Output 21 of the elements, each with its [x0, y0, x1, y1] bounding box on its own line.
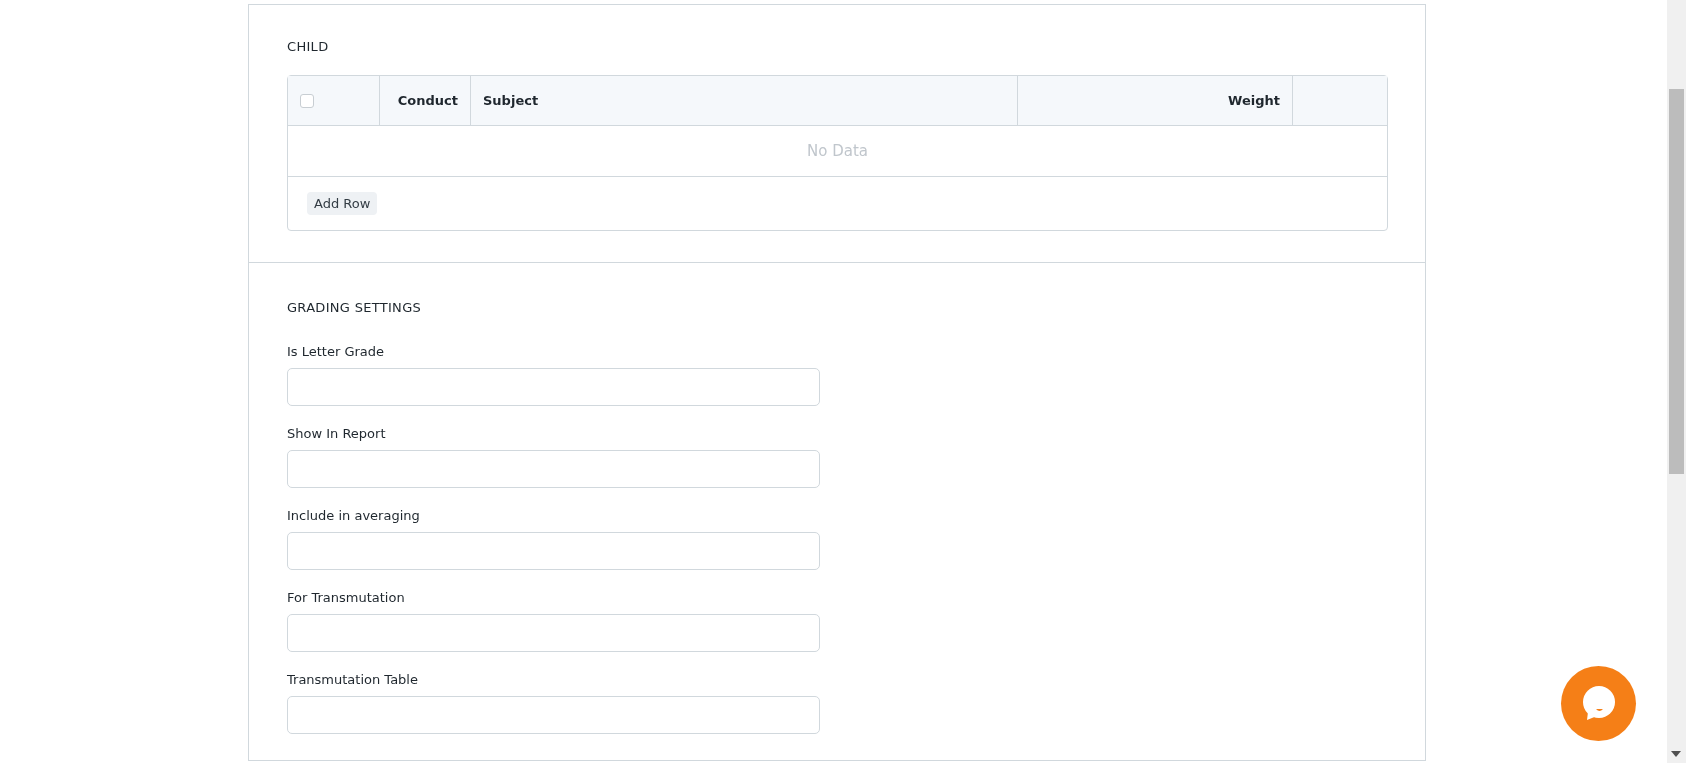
- scroll-down-icon[interactable]: [1671, 751, 1681, 757]
- section-title: GRADING SETTINGS: [287, 299, 423, 317]
- column-header: Conduct: [397, 93, 458, 108]
- column-header: Weight: [1228, 93, 1280, 108]
- input-field[interactable]: [287, 696, 820, 734]
- section-title: CHILD: [287, 38, 330, 56]
- scrollbar[interactable]: [1667, 0, 1686, 763]
- select-all-checkbox[interactable]: [300, 93, 314, 108]
- field-label: For Transmutation: [287, 590, 406, 606]
- empty-message: No Data: [807, 142, 868, 160]
- add-row-button[interactable]: Add Row: [307, 192, 378, 215]
- column-header: Subject: [483, 93, 539, 108]
- input-field[interactable]: [287, 368, 820, 406]
- input-field[interactable]: [287, 614, 820, 652]
- field-label: Include in averaging: [287, 508, 421, 524]
- field-label: Transmutation Table: [287, 672, 419, 688]
- field-label: Is Letter Grade: [287, 344, 386, 360]
- input-field[interactable]: [287, 450, 820, 488]
- scrollbar-thumb[interactable]: [1669, 89, 1684, 474]
- input-field[interactable]: [287, 532, 820, 570]
- field-label: Show In Report: [287, 426, 387, 442]
